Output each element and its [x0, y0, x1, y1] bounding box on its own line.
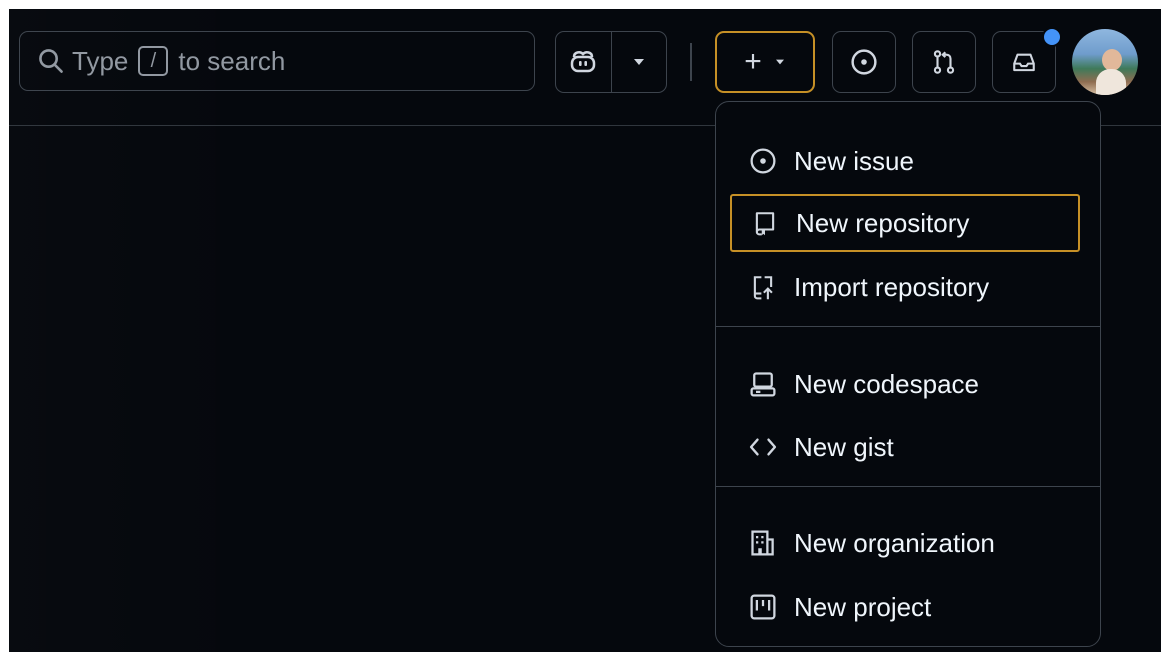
inbox-icon — [1010, 49, 1038, 75]
create-new-button[interactable]: + — [715, 31, 815, 93]
avatar-photo-body — [1096, 69, 1126, 95]
project-icon — [748, 592, 778, 622]
create-new-menu: New issue New repository Import reposito… — [715, 101, 1101, 647]
codespaces-icon — [748, 369, 778, 399]
repo-push-icon — [748, 272, 778, 302]
plus-icon: + — [744, 45, 762, 78]
search-placeholder-prefix: Type — [72, 45, 129, 76]
app-window: Type / to search + New issue New reposit… — [9, 9, 1161, 652]
repo-icon — [750, 208, 780, 238]
code-icon — [748, 432, 778, 462]
menu-item-label: New organization — [794, 527, 995, 558]
menu-item-label: New issue — [794, 145, 914, 176]
menu-item-label: New gist — [794, 431, 894, 462]
copilot-menu-button[interactable] — [610, 32, 667, 92]
menu-item-new-codespace[interactable]: New codespace — [730, 355, 1080, 413]
search-placeholder-suffix: to search — [178, 45, 286, 76]
search-shortcut-key: / — [138, 46, 169, 76]
search-icon — [38, 48, 64, 74]
avatar-photo-head — [1102, 49, 1122, 71]
copilot-button-group — [555, 31, 667, 93]
menu-item-new-organization[interactable]: New organization — [730, 514, 1080, 572]
organization-icon — [748, 528, 778, 558]
triangle-down-icon — [774, 58, 786, 66]
menu-item-new-repository[interactable]: New repository — [730, 194, 1080, 252]
search-input[interactable]: Type / to search — [19, 31, 535, 91]
menu-item-label: New codespace — [794, 368, 979, 399]
avatar[interactable] — [1072, 29, 1138, 95]
copilot-icon — [569, 49, 597, 75]
pull-requests-button[interactable] — [912, 31, 976, 93]
triangle-down-icon — [632, 57, 646, 67]
menu-divider — [716, 486, 1100, 487]
menu-item-label: New project — [794, 591, 932, 622]
header-divider — [690, 43, 692, 81]
menu-divider — [716, 326, 1100, 327]
issue-opened-icon — [850, 48, 878, 76]
menu-item-new-gist[interactable]: New gist — [730, 418, 1080, 476]
issues-button[interactable] — [832, 31, 896, 93]
menu-item-label: Import repository — [794, 271, 990, 302]
git-pull-request-icon — [931, 48, 957, 76]
copilot-button[interactable] — [556, 32, 611, 92]
issue-opened-icon — [748, 146, 778, 176]
menu-item-new-project[interactable]: New project — [730, 578, 1080, 636]
menu-item-new-issue[interactable]: New issue — [730, 132, 1080, 190]
menu-item-import-repository[interactable]: Import repository — [730, 258, 1080, 316]
menu-item-label: New repository — [796, 207, 970, 238]
notification-dot — [1042, 27, 1062, 47]
